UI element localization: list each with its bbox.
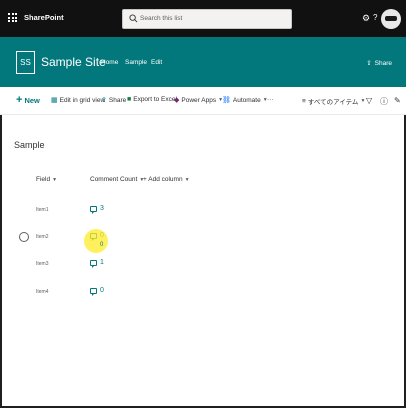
help-icon[interactable]: ? — [373, 13, 377, 22]
nav-item-home[interactable]: Home — [101, 59, 118, 66]
app-launcher-icon[interactable] — [8, 13, 17, 22]
excel-icon: ■ — [127, 96, 132, 103]
cursor-highlight — [84, 229, 108, 253]
search-icon — [129, 14, 138, 23]
table-row[interactable]: Item4 0 — [10, 284, 390, 308]
filter-icon[interactable]: ▽ — [366, 96, 372, 105]
row-comment-count[interactable]: 3 — [90, 205, 104, 214]
search-input[interactable]: Search this list — [122, 9, 292, 29]
table-row[interactable]: Item3 1 — [10, 256, 390, 280]
site-logo[interactable]: SS — [16, 51, 35, 74]
new-button[interactable]: + New — [16, 94, 40, 106]
row-comment-count[interactable]: 1 — [90, 259, 104, 268]
comment-icon — [90, 205, 97, 214]
pencil-icon[interactable]: ✎ — [394, 96, 401, 105]
powerapps-button[interactable]: ◆ Power Apps ▼ — [174, 96, 223, 105]
share-icon: ⇪ — [101, 97, 107, 104]
row-field[interactable]: Item1 — [36, 207, 49, 213]
nav-item-sample[interactable]: Sample — [125, 59, 147, 66]
powerapps-icon: ◆ — [174, 97, 180, 104]
chevron-down-icon: ▼ — [184, 176, 190, 183]
chevron-down-icon: ▼ — [52, 176, 58, 183]
automate-button[interactable]: ⛓ Automate ▼ — [222, 96, 268, 105]
add-column-button[interactable]: + Add column ▼ — [143, 176, 190, 183]
suite-bar: SharePoint Search this list ⚙ ? — [0, 0, 406, 37]
table-row[interactable]: Item2 0 — [10, 229, 390, 253]
command-bar: + New ▦ Edit in grid view ⇪ Share ■ Expo… — [0, 87, 406, 115]
app-name[interactable]: SharePoint — [24, 13, 64, 22]
view-selector[interactable]: ≡ すべてのアイテム ▼ — [302, 96, 366, 107]
site-header: SS Sample Site Home Sample Edit ⇪ Share — [0, 37, 406, 87]
automate-icon: ⛓ — [222, 97, 231, 104]
column-header-comment-count[interactable]: Comment Count ▼ — [90, 176, 144, 183]
comment-icon — [90, 259, 97, 268]
nav-item-edit[interactable]: Edit — [151, 59, 162, 66]
grid-icon: ▦ — [51, 97, 58, 104]
share-icon: ⇪ — [366, 60, 372, 67]
info-icon[interactable]: ⓘ — [380, 96, 388, 107]
chevron-down-icon: ▼ — [360, 98, 366, 104]
table-row[interactable]: Item1 3 — [10, 202, 390, 226]
comment-icon — [90, 287, 97, 296]
search-placeholder: Search this list — [140, 15, 183, 22]
row-field[interactable]: Item4 — [36, 289, 49, 295]
edit-grid-button[interactable]: ▦ Edit in grid view — [51, 96, 105, 105]
row-field[interactable]: Item2 — [36, 234, 49, 240]
row-field[interactable]: Item3 — [36, 261, 49, 267]
view-icon: ≡ — [302, 97, 306, 105]
cursor-overlay-text: 0 — [100, 242, 104, 248]
row-select-radio[interactable] — [19, 232, 29, 242]
column-header-field[interactable]: Field ▼ — [36, 176, 57, 183]
share-button[interactable]: ⇪ Share — [101, 96, 126, 105]
avatar[interactable] — [381, 9, 401, 29]
site-share-button[interactable]: ⇪ Share — [366, 59, 392, 68]
export-excel-button[interactable]: ■ Export to Excel — [127, 96, 177, 103]
list-title: Sample — [14, 140, 45, 150]
gear-icon[interactable]: ⚙ — [362, 13, 370, 24]
more-button[interactable]: ··· — [267, 96, 274, 103]
row-comment-count[interactable]: 0 — [90, 287, 104, 296]
plus-icon: + — [16, 94, 23, 106]
site-title[interactable]: Sample Site — [41, 55, 106, 69]
